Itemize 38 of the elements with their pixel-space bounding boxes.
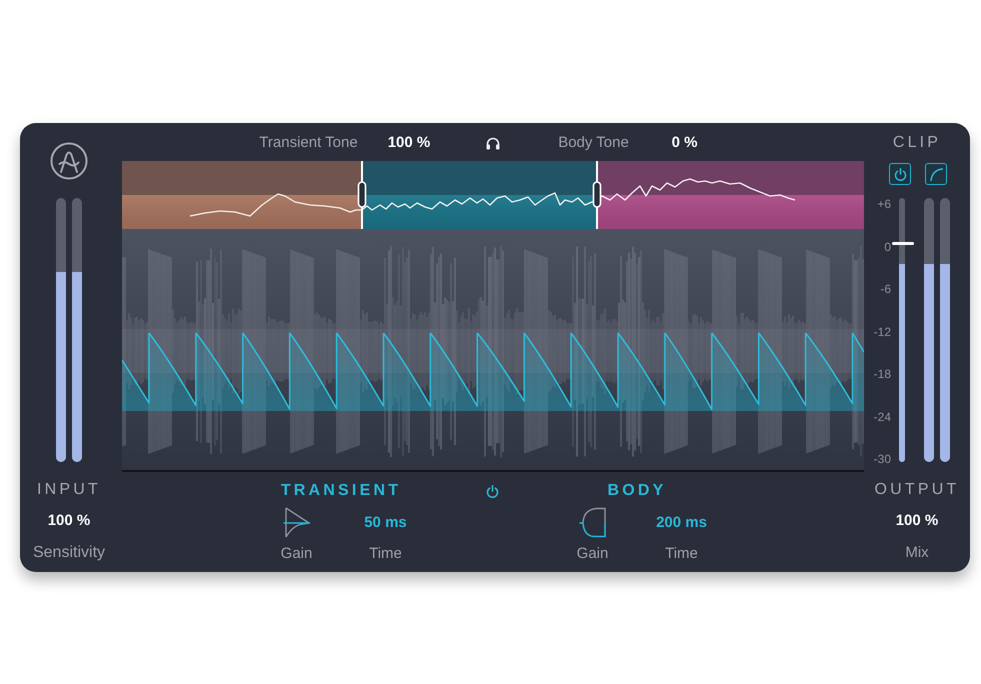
power-icon[interactable] <box>486 484 498 498</box>
gain-label: Gain <box>280 544 312 564</box>
time-value[interactable]: 200 ms <box>656 512 707 532</box>
section-title: TRANSIENT <box>280 481 402 501</box>
sensitivity-label: Sensitivity <box>32 543 106 563</box>
ceiling-marker[interactable] <box>892 242 914 245</box>
clip-title: CLIP <box>892 133 942 153</box>
curve-icon <box>930 168 942 180</box>
mix-value: 100 % <box>896 511 938 531</box>
transient-tone-value[interactable]: 100 % <box>388 133 430 153</box>
body-tone-value[interactable]: 0 % <box>672 133 698 153</box>
gain-label: Gain <box>576 544 608 564</box>
body-tone-label: Body Tone <box>558 133 629 153</box>
half-circle-gain-icon[interactable] <box>578 507 606 538</box>
section-title: BODY <box>607 481 667 501</box>
sensitivity-value: 100 % <box>48 511 90 531</box>
clip-curve-button[interactable] <box>925 163 947 185</box>
input-title: INPUT <box>37 480 101 500</box>
scale-label: -30 <box>874 452 891 466</box>
band-divider-handle[interactable] <box>358 161 366 229</box>
time-value[interactable]: 50 ms <box>364 512 407 532</box>
output-title: OUTPUT <box>874 480 960 500</box>
headphones-icon[interactable] <box>486 136 500 150</box>
scale-label: -12 <box>874 324 891 338</box>
scale-label: +6 <box>877 197 891 211</box>
logo-icon <box>50 142 88 180</box>
scale-label: -6 <box>880 282 891 296</box>
clip-power-button[interactable] <box>889 163 911 185</box>
time-label: Time <box>369 544 402 564</box>
power-icon <box>894 168 906 180</box>
scale-label: -18 <box>874 367 891 381</box>
band-divider-handle[interactable] <box>592 161 602 229</box>
transient-tone-label: Transient Tone <box>259 133 358 153</box>
arrowhead-gain-icon[interactable] <box>282 507 310 538</box>
mix-label: Mix <box>905 543 929 563</box>
scale-label: -24 <box>874 410 891 424</box>
scale-label: 0 <box>884 240 891 254</box>
time-label: Time <box>665 544 698 564</box>
